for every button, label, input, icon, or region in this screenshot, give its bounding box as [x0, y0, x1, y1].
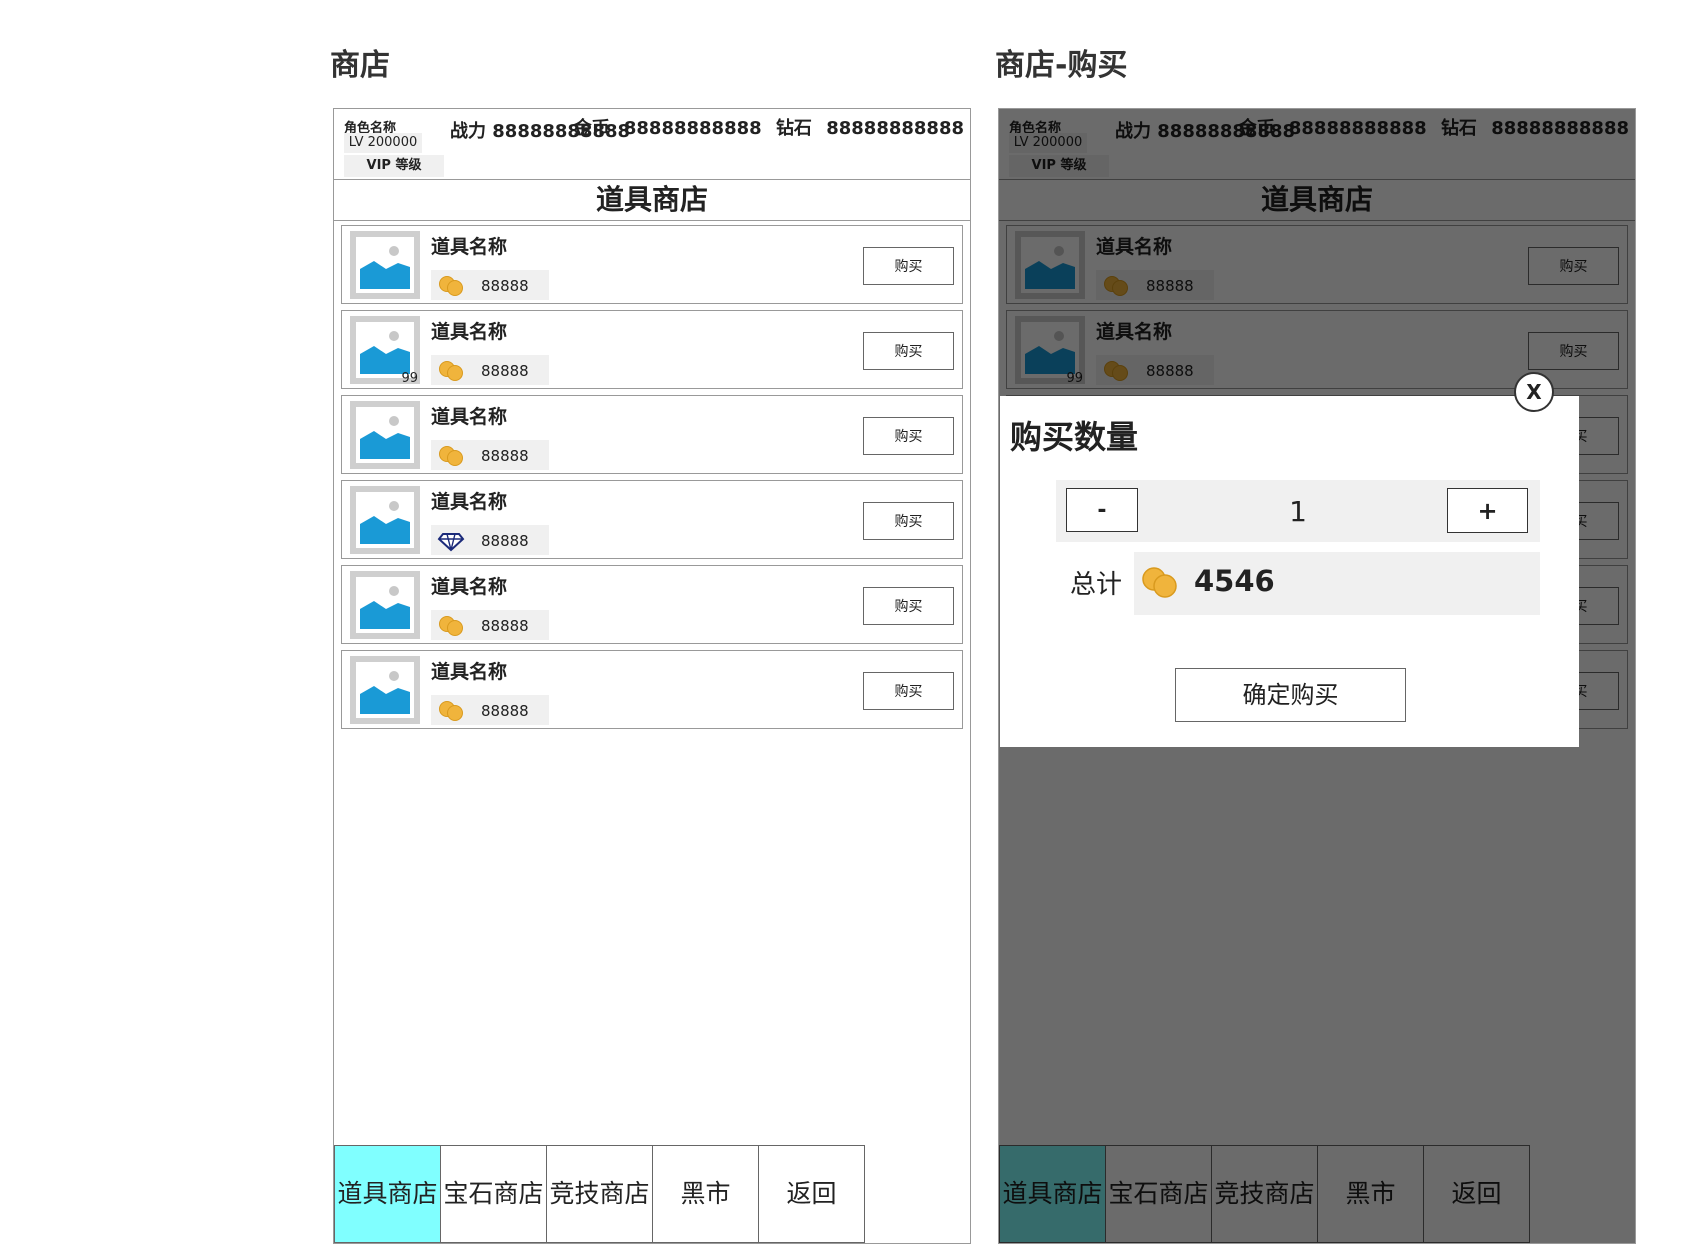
item-image [350, 486, 420, 554]
item-name: 道具名称 [431, 661, 508, 683]
shop-title: 道具商店 [334, 180, 970, 221]
item-row: 道具名称 88888 购买 [341, 565, 963, 644]
gold-label: 金币 [573, 118, 610, 139]
item-image [350, 401, 420, 469]
item-price: 88888 [431, 355, 549, 385]
gold-coin-icon [437, 360, 465, 386]
image-placeholder-icon [360, 671, 410, 714]
image-placeholder-icon [360, 586, 410, 629]
diamond-label: 钻石 [775, 118, 812, 139]
player-level: LV 200000 [344, 133, 422, 153]
item-price: 88888 [431, 525, 549, 555]
item-list: 道具名称 88888 购买 99 道具名称 88888 [341, 225, 963, 735]
buy-button[interactable]: 购买 [863, 332, 954, 370]
panel-title-shop-buy: 商店-购买 [995, 48, 1128, 83]
item-price: 88888 [431, 695, 549, 725]
item-image: 99 [350, 316, 420, 386]
shop-screen: 角色名称 LV 200000 VIP 等级 战力 88888888888 金币 … [333, 108, 971, 1244]
item-name: 道具名称 [431, 236, 508, 258]
tab-3[interactable]: 黑市 [652, 1145, 759, 1243]
close-icon[interactable]: X [1514, 372, 1554, 412]
resources: 金币 88888888888 钻石 88888888888 [566, 114, 964, 140]
price-value: 88888 [481, 277, 529, 295]
gold-coin-icon [1140, 566, 1180, 604]
item-name: 道具名称 [431, 406, 508, 428]
image-placeholder-icon [360, 331, 410, 374]
buy-button[interactable]: 购买 [863, 672, 954, 710]
item-image [350, 231, 420, 299]
increase-button[interactable]: + [1447, 488, 1528, 533]
item-row: 道具名称 88888 购买 [341, 395, 963, 474]
tab-1[interactable]: 宝石商店 [440, 1145, 547, 1243]
item-row: 99 道具名称 88888 购买 [341, 310, 963, 389]
price-value: 88888 [481, 447, 529, 465]
item-quantity: 99 [401, 371, 418, 386]
vip-level: VIP 等级 [344, 155, 444, 177]
item-image [350, 656, 420, 724]
item-name: 道具名称 [431, 576, 508, 598]
price-value: 88888 [481, 532, 529, 550]
tab-0[interactable]: 道具商店 [334, 1145, 441, 1243]
item-row: 道具名称 88888 购买 [341, 225, 963, 304]
buy-button[interactable]: 购买 [863, 502, 954, 540]
item-row: 道具名称 88888 购买 [341, 480, 963, 559]
total-value: 4546 [1194, 564, 1275, 598]
purchase-dialog: 购买数量 - 1 + 总计 4546 确定购买 [1000, 396, 1579, 747]
confirm-purchase-button[interactable]: 确定购买 [1175, 668, 1406, 722]
player-header: 角色名称 LV 200000 VIP 等级 战力 88888888888 金币 … [334, 109, 970, 180]
item-name: 道具名称 [431, 321, 508, 343]
image-placeholder-icon [360, 416, 410, 459]
total-price: 4546 [1134, 552, 1540, 615]
gold-coin-icon [437, 275, 465, 301]
price-value: 88888 [481, 362, 529, 380]
item-price: 88888 [431, 610, 549, 640]
image-placeholder-icon [360, 501, 410, 544]
item-row: 道具名称 88888 购买 [341, 650, 963, 729]
price-value: 88888 [481, 617, 529, 635]
buy-button[interactable]: 购买 [863, 417, 954, 455]
item-price: 88888 [431, 440, 549, 470]
quantity-stepper: - 1 + [1056, 480, 1540, 542]
tab-2[interactable]: 竞技商店 [546, 1145, 653, 1243]
dialog-title: 购买数量 [1010, 418, 1139, 456]
gold-coin-icon [437, 700, 465, 726]
panel-title-shop: 商店 [330, 48, 390, 83]
gold-value: 88888888888 [623, 118, 762, 139]
gold-coin-icon [437, 615, 465, 641]
buy-button[interactable]: 购买 [863, 587, 954, 625]
tab-4[interactable]: 返回 [758, 1145, 865, 1243]
diamond-value: 88888888888 [826, 118, 964, 139]
item-image [350, 571, 420, 639]
item-price: 88888 [431, 270, 549, 300]
shop-tabs: 道具商店宝石商店竞技商店黑市返回 [334, 1145, 865, 1243]
diamond-icon [437, 530, 465, 556]
price-value: 88888 [481, 702, 529, 720]
item-name: 道具名称 [431, 491, 508, 513]
gold-coin-icon [437, 445, 465, 471]
buy-button[interactable]: 购买 [863, 247, 954, 285]
image-placeholder-icon [360, 246, 410, 289]
total-label: 总计 [1070, 570, 1123, 600]
